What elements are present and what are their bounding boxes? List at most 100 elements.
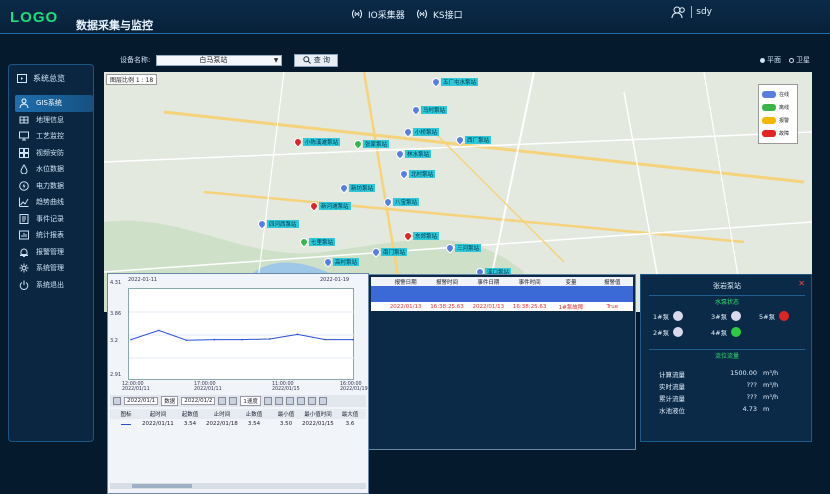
flow-section-title: 流位流量 bbox=[649, 349, 805, 360]
table-row-selected[interactable] bbox=[371, 286, 633, 302]
station-marker[interactable]: 小陈溪滩泵站 bbox=[292, 136, 341, 148]
overview-icon bbox=[17, 74, 27, 83]
nav-ks-interface[interactable]: KS接口 bbox=[415, 7, 463, 21]
play-icon[interactable] bbox=[229, 397, 238, 405]
station-marker[interactable]: 七里泵站 bbox=[298, 236, 336, 248]
end-date-field[interactable]: 2022/01/2 bbox=[181, 397, 216, 405]
map-pin-icon bbox=[352, 138, 364, 150]
sidebar-item-geo[interactable]: 地理信息 bbox=[15, 112, 93, 129]
nav-ks-interface-label: KS接口 bbox=[433, 10, 463, 21]
settings-icon bbox=[19, 263, 29, 273]
station-marker[interactable]: 三河泵站 bbox=[444, 242, 482, 254]
station-marker[interactable]: 林水泵站 bbox=[394, 148, 432, 160]
alarm-icon bbox=[20, 248, 28, 257]
zoom-in-icon[interactable] bbox=[263, 397, 272, 405]
user-menu[interactable]: sdy bbox=[671, 6, 712, 18]
station-marker[interactable]: 东郊泵站 bbox=[402, 230, 440, 242]
print-icon[interactable] bbox=[307, 397, 316, 405]
table-cell: 2022/01/18 09:26:08 bbox=[206, 421, 238, 427]
station-marker[interactable]: 北村泵站 bbox=[398, 168, 436, 180]
view-option-satellite[interactable]: 卫星 bbox=[789, 55, 810, 65]
table-cell: 2022/01/15 05:25:52 bbox=[302, 421, 334, 427]
station-marker[interactable]: 八宝泵站 bbox=[382, 196, 420, 208]
view-option-plane[interactable]: 平面 bbox=[760, 55, 781, 65]
speed-select[interactable]: 1速度 bbox=[240, 396, 261, 406]
data-point bbox=[185, 339, 188, 342]
station-label: 新河滩泵站 bbox=[319, 202, 351, 210]
sidebar-item-video[interactable]: 视频安防 bbox=[15, 145, 93, 162]
export-icon[interactable] bbox=[318, 397, 327, 405]
map-pin-icon bbox=[410, 104, 422, 116]
station-marker[interactable]: 西厂泵站 bbox=[454, 134, 492, 146]
sidebar-item-process[interactable]: 工艺监控 bbox=[15, 128, 93, 145]
start-date-field[interactable]: 2022/01/1 bbox=[124, 397, 159, 405]
sidebar-item-trend[interactable]: 趋势曲线 bbox=[15, 194, 93, 211]
nav-io-collector[interactable]: IO采集器 bbox=[350, 7, 405, 21]
trend-chart[interactable] bbox=[128, 288, 355, 380]
water-icon bbox=[20, 164, 28, 175]
chevron-down-icon: ▼ bbox=[273, 56, 279, 64]
sidebar-item-settings[interactable]: 系统管理 bbox=[15, 260, 93, 277]
table-cell: 1#泵故障 bbox=[558, 304, 584, 311]
top-bar: LOGO 数据采集与监控 IO采集器 KS接口 sdy bbox=[0, 0, 830, 34]
table-header: 事件时间 bbox=[518, 279, 541, 286]
data-point bbox=[241, 338, 243, 341]
video-icon bbox=[19, 147, 29, 158]
search-icon bbox=[303, 56, 311, 64]
sidebar-item-power[interactable]: 电力数据 bbox=[15, 178, 93, 195]
scrollbar-thumb[interactable] bbox=[132, 484, 192, 488]
map-pin-icon bbox=[298, 236, 310, 248]
device-select-value: 白马泵站 bbox=[199, 56, 228, 64]
search-button[interactable]: 查 询 bbox=[294, 53, 339, 67]
trend-icon bbox=[19, 197, 29, 208]
station-marker[interactable]: 五厂屯水泵站 bbox=[430, 76, 479, 88]
map-pin-icon bbox=[430, 76, 442, 88]
table-row[interactable]: 2022/01/13 16:38:25.63 2022/01/13 16:38:… bbox=[371, 302, 633, 311]
table-row[interactable]: 2022/01/11 09:26:08 3.54 2022/01/18 09:2… bbox=[110, 419, 366, 429]
data-point bbox=[130, 338, 132, 341]
close-icon[interactable]: ✕ bbox=[798, 279, 805, 288]
sidebar-item-gis[interactable]: GIS系统 bbox=[15, 95, 93, 112]
device-select[interactable]: 白马泵站 ▼ bbox=[156, 54, 283, 66]
sidebar-item-events[interactable]: 事件记录 bbox=[15, 211, 93, 228]
station-marker[interactable]: 新河滩泵站 bbox=[308, 200, 351, 212]
prev-icon[interactable] bbox=[218, 397, 227, 405]
station-marker[interactable]: 新坊泵站 bbox=[338, 182, 376, 194]
pump-label: 4#泵 bbox=[711, 329, 728, 337]
stat-unit: m bbox=[763, 405, 770, 413]
pump-status: 1#泵 bbox=[653, 311, 684, 321]
logo: LOGO bbox=[10, 9, 59, 26]
view-option-label: 卫星 bbox=[796, 56, 810, 64]
station-marker[interactable]: 小桥泵站 bbox=[402, 126, 440, 138]
legend-swatch bbox=[762, 104, 776, 111]
stat-row: 累计流量??? m³/h bbox=[659, 393, 809, 403]
first-page-icon[interactable] bbox=[113, 397, 121, 405]
pan-icon[interactable] bbox=[285, 397, 294, 405]
sidebar-item-logout[interactable]: 系统退出 bbox=[15, 277, 93, 294]
sidebar-item-label: 视频安防 bbox=[36, 148, 64, 157]
station-marker[interactable]: 高村泵站 bbox=[322, 256, 360, 268]
station-marker[interactable]: 马村泵站 bbox=[410, 104, 448, 116]
map-pin-icon bbox=[402, 126, 414, 138]
station-marker[interactable]: 南门泵站 bbox=[370, 246, 408, 258]
series-line-icon bbox=[121, 423, 131, 425]
horizontal-scrollbar[interactable] bbox=[110, 483, 366, 489]
chart-top-time-left: 2022-01-11 bbox=[128, 277, 158, 283]
sidebar-heading[interactable]: 系统总览 bbox=[17, 73, 65, 84]
mode-select[interactable]: 数据 bbox=[161, 396, 179, 406]
y-axis-bottom-label: 2.91 bbox=[110, 372, 122, 378]
app-title: 数据采集与监控 bbox=[76, 19, 153, 32]
station-marker[interactable]: 四河西泵站 bbox=[256, 218, 299, 230]
sidebar-item-water[interactable]: 水位数据 bbox=[15, 161, 93, 178]
sidebar-item-reports[interactable]: 统计报表 bbox=[15, 227, 93, 244]
map-pin-icon bbox=[370, 246, 382, 258]
pump-label: 3#泵 bbox=[711, 313, 728, 321]
pump-label: 5#泵 bbox=[759, 313, 776, 321]
sidebar-item-alarms[interactable]: 报警管理 bbox=[15, 244, 93, 261]
zoom-out-icon[interactable] bbox=[274, 397, 283, 405]
station-label: 高村泵站 bbox=[333, 258, 360, 266]
x-tick-label: 17:00:00 2022/01/11 bbox=[194, 382, 222, 392]
table-cell: 16:38:25.63 bbox=[512, 303, 547, 310]
refresh-icon[interactable] bbox=[296, 397, 305, 405]
station-marker[interactable]: 张家泵站 bbox=[352, 138, 390, 150]
